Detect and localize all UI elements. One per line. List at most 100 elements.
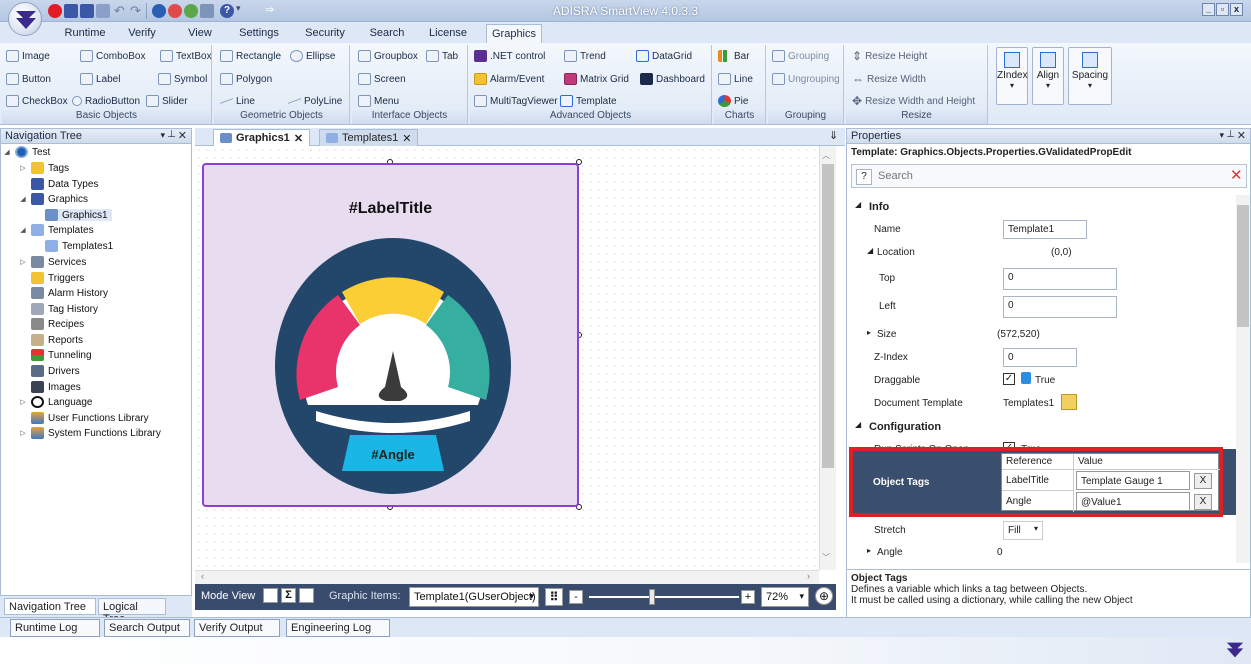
- ribbon-template-button[interactable]: Template: [560, 92, 617, 110]
- section-info[interactable]: ◢ Info: [847, 195, 1235, 218]
- clear-search-icon[interactable]: ✕: [1230, 166, 1243, 184]
- tab-engineering-log[interactable]: Engineering Log: [286, 619, 390, 637]
- doc-tab-templates1[interactable]: Templates1 ✕: [319, 129, 419, 146]
- canvas-horizontal-scrollbar[interactable]: ‹ ›: [195, 570, 819, 584]
- ribbon-alarm-event-button[interactable]: Alarm/Event: [474, 70, 544, 88]
- ribbon-slider-button[interactable]: Slider: [146, 92, 188, 110]
- ribbon-resize-height-button[interactable]: ⇕ Resize Height: [852, 47, 927, 65]
- ribbon-tab-button[interactable]: Tab: [426, 47, 458, 65]
- close-icon[interactable]: ✕: [178, 129, 187, 142]
- tab-runtime-log[interactable]: Runtime Log: [10, 619, 100, 637]
- ribbon-grouping-button[interactable]: Grouping: [772, 47, 829, 65]
- zoom-slider-thumb[interactable]: [649, 589, 655, 605]
- tab-verify[interactable]: Verify: [120, 24, 164, 43]
- tree-item-data-types[interactable]: Data Types: [31, 178, 98, 190]
- ribbon-multitagviewer-button[interactable]: MultiTagViewer: [474, 92, 558, 110]
- ribbon-resize-both-button[interactable]: ✥ Resize Width and Height: [852, 92, 975, 110]
- collapsed-arrow-icon[interactable]: ▷: [19, 258, 27, 266]
- pin-icon[interactable]: ⊥: [1226, 129, 1235, 140]
- grid-icon[interactable]: ⠿: [545, 588, 563, 606]
- tree-item-reports[interactable]: Reports: [31, 334, 83, 346]
- tab-list-icon[interactable]: ⇓: [829, 129, 838, 142]
- tree-item-system-functions[interactable]: ▷ System Functions Library: [19, 427, 161, 439]
- ribbon-combobox-button[interactable]: ComboBox: [80, 47, 145, 65]
- tree-item-root[interactable]: ◢ Test: [3, 146, 50, 158]
- ribbon-line-chart-button[interactable]: Line: [718, 70, 753, 88]
- draggable-checkbox[interactable]: ✓: [1003, 373, 1015, 385]
- tag-value-input[interactable]: @Value1: [1076, 492, 1190, 511]
- ribbon-ellipse-button[interactable]: Ellipse: [290, 47, 335, 65]
- ribbon-trend-button[interactable]: Trend: [564, 47, 606, 65]
- pin-icon[interactable]: ⊥: [167, 129, 176, 140]
- scroll-left-icon[interactable]: ‹: [201, 571, 204, 581]
- fit-to-screen-icon[interactable]: ⊕: [815, 587, 833, 605]
- tab-runtime[interactable]: Runtime: [58, 24, 112, 43]
- design-canvas[interactable]: #LabelTitle #Angle: [195, 146, 819, 570]
- expanded-arrow-icon[interactable]: ◢: [867, 246, 873, 255]
- zoom-in-button[interactable]: +: [741, 590, 755, 604]
- ribbon-polyline-button[interactable]: PolyLine: [288, 92, 342, 110]
- restore-button[interactable]: ▫: [1216, 3, 1229, 16]
- mode-sigma-icon[interactable]: Σ: [281, 588, 296, 603]
- ribbon-button-button[interactable]: Button: [6, 70, 51, 88]
- ribbon-textbox-button[interactable]: TextBox: [160, 47, 212, 65]
- tree-item-tag-history[interactable]: Tag History: [31, 303, 98, 315]
- scroll-down-icon[interactable]: ﹀: [822, 552, 830, 563]
- panel-menu-icon[interactable]: ▾: [160, 130, 165, 141]
- ribbon-line-button[interactable]: Line: [220, 92, 255, 110]
- close-icon[interactable]: ✕: [402, 132, 411, 145]
- collapsed-arrow-icon[interactable]: ▸: [867, 328, 871, 337]
- scroll-thumb[interactable]: [1237, 205, 1249, 327]
- spacing-button[interactable]: Spacing ▾: [1068, 47, 1112, 105]
- tree-item-templates[interactable]: ◢ Templates: [19, 224, 94, 236]
- app-logo-button[interactable]: [8, 2, 42, 36]
- align-button[interactable]: Align ▾: [1032, 47, 1064, 105]
- tree-item-graphics1[interactable]: Graphics1: [45, 209, 112, 221]
- zoom-slider-track[interactable]: [589, 596, 739, 598]
- mode-list-icon[interactable]: [299, 588, 314, 603]
- ribbon-symbol-button[interactable]: Symbol: [158, 70, 207, 88]
- ribbon-screen-button[interactable]: Screen: [358, 70, 406, 88]
- ribbon-datagrid-button[interactable]: DataGrid: [636, 47, 692, 65]
- tree-item-graphics[interactable]: ◢ Graphics: [19, 193, 88, 205]
- expanded-arrow-icon[interactable]: ◢: [19, 195, 27, 203]
- zindex-button[interactable]: ZIndex ▾: [996, 47, 1028, 105]
- ribbon-pie-chart-button[interactable]: Pie: [718, 92, 748, 110]
- tree-item-recipes[interactable]: Recipes: [31, 318, 84, 330]
- tag-reference-cell[interactable]: LabelTitle: [1002, 470, 1074, 491]
- zindex-input[interactable]: 0: [1003, 348, 1077, 367]
- collapsed-arrow-icon[interactable]: ▷: [19, 164, 27, 172]
- zoom-out-button[interactable]: -: [569, 590, 583, 604]
- scroll-up-icon[interactable]: ︿: [822, 150, 830, 161]
- tab-settings[interactable]: Settings: [234, 24, 284, 43]
- close-icon[interactable]: ✕: [294, 132, 303, 145]
- canvas-vertical-scrollbar[interactable]: ︿ ﹀: [819, 146, 836, 570]
- help-button[interactable]: ?: [856, 169, 872, 185]
- tree-item-triggers[interactable]: Triggers: [31, 272, 84, 284]
- tree-item-templates1[interactable]: Templates1: [45, 240, 113, 252]
- tree-item-user-functions[interactable]: User Functions Library: [31, 412, 149, 424]
- close-icon[interactable]: ✕: [1237, 129, 1246, 142]
- expanded-arrow-icon[interactable]: ◢: [19, 226, 27, 234]
- expanded-arrow-icon[interactable]: ◢: [3, 148, 11, 156]
- scroll-right-icon[interactable]: ›: [807, 571, 810, 581]
- ribbon-resize-width-button[interactable]: ⇔ Resize Width: [852, 70, 926, 88]
- collapsed-arrow-icon[interactable]: ▷: [19, 429, 27, 437]
- collapsed-arrow-icon[interactable]: ▷: [19, 398, 27, 406]
- panel-menu-icon[interactable]: ▾: [1219, 130, 1224, 141]
- tab-logical-tree[interactable]: Logical Tree: [98, 598, 166, 625]
- tree-item-alarm-history[interactable]: Alarm History: [31, 287, 108, 299]
- ribbon-bar-chart-button[interactable]: Bar: [718, 47, 750, 65]
- tab-navigation-tree[interactable]: Navigation Tree: [4, 598, 96, 615]
- ribbon-groupbox-button[interactable]: Groupbox: [358, 47, 418, 65]
- template-object[interactable]: #LabelTitle #Angle: [202, 163, 579, 507]
- remove-tag-button[interactable]: X: [1194, 494, 1212, 510]
- tree-item-language[interactable]: ▷ Language: [19, 396, 93, 408]
- tab-security[interactable]: Security: [300, 24, 350, 43]
- name-input[interactable]: Template1: [1003, 220, 1087, 239]
- left-input[interactable]: 0: [1003, 296, 1117, 318]
- ribbon-image-button[interactable]: Image: [6, 47, 50, 65]
- ribbon-label-button[interactable]: Label: [80, 70, 120, 88]
- section-configuration[interactable]: ◢ Configuration: [847, 415, 1235, 438]
- ribbon-radiobutton-button[interactable]: RadioButton: [72, 92, 140, 110]
